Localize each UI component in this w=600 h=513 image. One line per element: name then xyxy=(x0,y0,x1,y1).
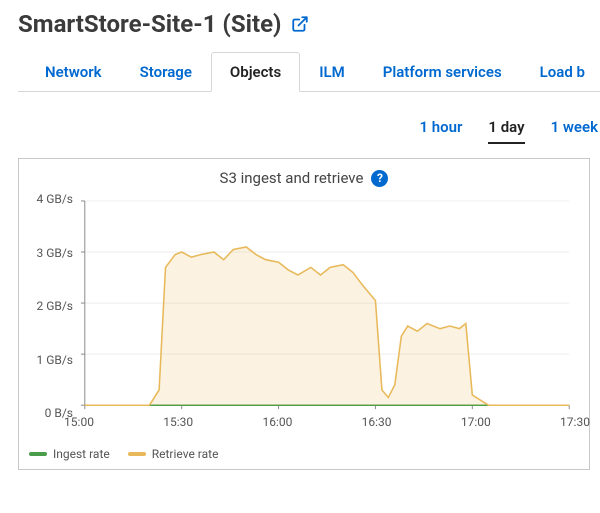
page-title: SmartStore-Site-1 (Site) xyxy=(18,10,281,38)
range-1-hour[interactable]: 1 hour xyxy=(419,118,462,144)
open-external-icon[interactable] xyxy=(291,15,309,33)
tab-objects[interactable]: Objects xyxy=(211,52,300,92)
y-tick: 4 GB/s xyxy=(36,192,73,206)
legend-ingest[interactable]: Ingest rate xyxy=(29,447,110,461)
time-range-selector: 1 hour 1 day 1 week xyxy=(18,92,600,144)
y-tick: 2 GB/s xyxy=(36,299,73,313)
tab-storage[interactable]: Storage xyxy=(121,52,211,92)
range-1-day[interactable]: 1 day xyxy=(488,118,524,144)
x-tick: 16:30 xyxy=(362,415,392,429)
y-axis-labels: 4 GB/s3 GB/s2 GB/s1 GB/s0 B/s xyxy=(25,199,75,413)
x-tick: 17:30 xyxy=(560,415,590,429)
help-icon[interactable]: ? xyxy=(371,170,388,187)
x-axis-labels: 15:0015:3016:0016:3017:0017:30 xyxy=(79,415,575,431)
ingest-swatch-icon xyxy=(29,452,47,456)
tab-network[interactable]: Network xyxy=(26,52,121,92)
chart-card: S3 ingest and retrieve ? 4 GB/s 3 GB/s 2 G… xyxy=(18,158,590,470)
legend-retrieve[interactable]: Retrieve rate xyxy=(128,447,219,461)
legend-ingest-label: Ingest rate xyxy=(53,447,110,461)
x-tick: 17:00 xyxy=(461,415,491,429)
y-tick: 1 GB/s xyxy=(36,353,73,367)
y-tick: 3 GB/s xyxy=(36,246,73,260)
tab-platform-services[interactable]: Platform services xyxy=(364,52,521,92)
range-1-week[interactable]: 1 week xyxy=(551,118,598,144)
main-tabs: NetworkStorageObjectsILMPlatform service… xyxy=(26,52,600,92)
x-tick: 15:30 xyxy=(163,415,193,429)
tab-ilm[interactable]: ILM xyxy=(300,52,364,92)
x-tick: 15:00 xyxy=(64,415,94,429)
chart-title: S3 ingest and retrieve xyxy=(220,169,364,187)
retrieve-swatch-icon xyxy=(128,452,146,456)
plot-area xyxy=(79,199,575,413)
legend-retrieve-label: Retrieve rate xyxy=(152,447,219,461)
x-tick: 16:00 xyxy=(262,415,292,429)
chart-legend: Ingest rate Retrieve rate xyxy=(29,447,218,461)
tab-load-b[interactable]: Load b xyxy=(521,52,600,92)
